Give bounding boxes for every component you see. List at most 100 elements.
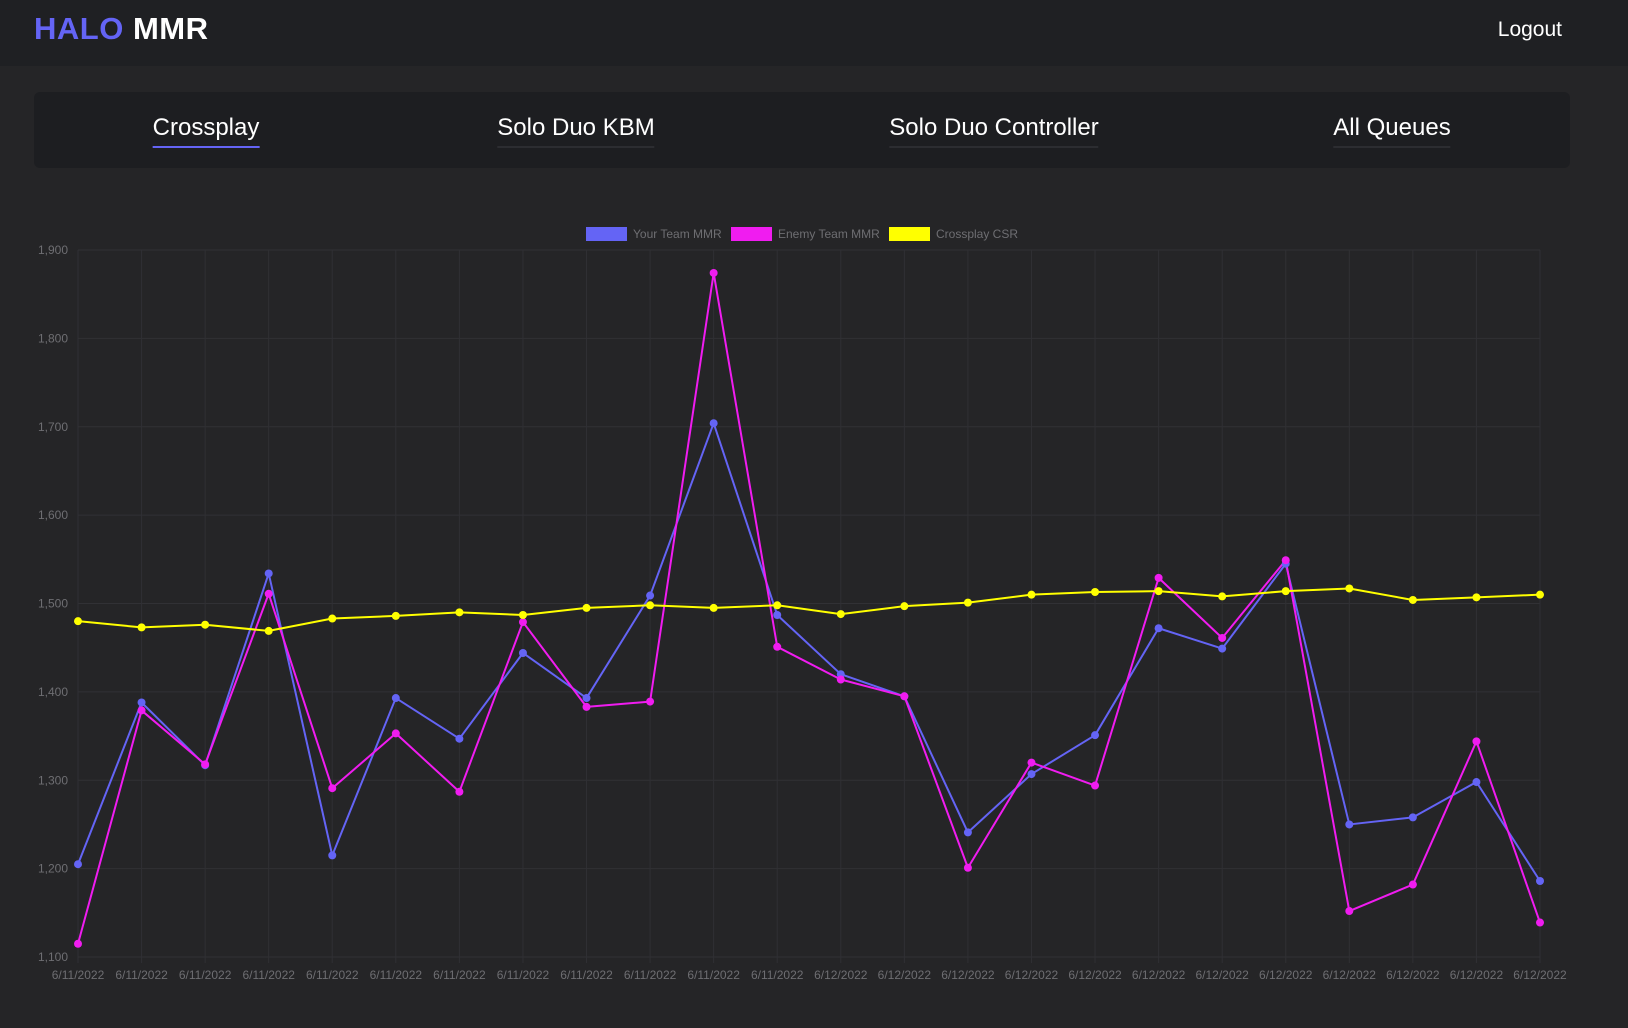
legend-swatch-2 — [889, 227, 930, 241]
series-0-point — [1472, 778, 1481, 787]
series-0-point — [709, 419, 718, 428]
series-2-point — [836, 610, 845, 619]
series-1-point — [1281, 556, 1290, 565]
legend-label-2: Crossplay CSR — [936, 227, 1018, 241]
series-2-point — [1472, 593, 1481, 602]
series-2-point — [900, 602, 909, 611]
tab-crossplay[interactable]: Crossplay — [152, 114, 260, 148]
series-2-point — [1345, 584, 1354, 593]
series-0-point — [518, 648, 527, 657]
series-1-point — [74, 939, 82, 948]
series-0-point — [1408, 813, 1417, 822]
logout-button[interactable]: Logout — [1498, 18, 1562, 42]
series-2-point — [1536, 590, 1544, 599]
x-tick-label: 6/12/2022 — [1132, 968, 1186, 982]
series-0-point — [1091, 731, 1100, 740]
series-0-point — [455, 734, 464, 743]
series-1-point — [391, 729, 400, 738]
x-tick-label: 6/12/2022 — [1068, 968, 1122, 982]
series-2-point — [391, 611, 400, 620]
x-tick-label: 6/12/2022 — [1259, 968, 1313, 982]
y-tick-label: 1,200 — [38, 862, 68, 876]
x-tick-label: 6/12/2022 — [1195, 968, 1249, 982]
series-1-point — [1218, 633, 1227, 642]
series-2-point — [582, 603, 591, 612]
series-1-point — [709, 268, 718, 277]
y-tick-label: 1,500 — [38, 597, 68, 611]
y-tick-label: 1,700 — [38, 420, 68, 434]
x-tick-label: 6/11/2022 — [560, 968, 613, 982]
series-2-point — [74, 617, 82, 626]
series-0-point — [963, 828, 972, 837]
series-1-point — [1408, 880, 1417, 889]
series-0-point — [1027, 770, 1036, 779]
series-2-point — [137, 623, 146, 632]
series-line-0 — [77, 422, 1541, 882]
series-1-point — [201, 760, 210, 769]
brand-logo[interactable]: HALO MMR — [34, 11, 209, 47]
x-tick-label: 6/11/2022 — [115, 968, 168, 982]
y-tick-label: 1,400 — [38, 685, 68, 699]
series-0-point — [1154, 624, 1163, 633]
series-1-point — [328, 784, 337, 793]
series-1-point — [264, 589, 273, 598]
series-1-point — [518, 618, 527, 627]
series-0-point — [773, 610, 782, 619]
series-2-point — [1154, 587, 1163, 596]
tab-solo-duo-kbm[interactable]: Solo Duo KBM — [497, 114, 655, 148]
brand-mmr: MMR — [132, 11, 209, 46]
series-1-point — [646, 697, 655, 706]
series-2-point — [264, 626, 273, 635]
series-1-point — [836, 675, 845, 684]
series-0-point — [1218, 644, 1227, 653]
series-0-point — [646, 591, 655, 600]
series-0-point — [1345, 820, 1354, 829]
x-tick-label: 6/11/2022 — [624, 968, 677, 982]
top-navbar: HALO MMR Logout — [0, 0, 1628, 66]
y-tick-label: 1,300 — [38, 773, 68, 787]
series-1-point — [1091, 781, 1100, 790]
series-line-2 — [77, 587, 1541, 632]
x-tick-label: 6/11/2022 — [242, 968, 295, 982]
series-0-point — [1536, 876, 1544, 885]
x-tick-label: 6/12/2022 — [814, 968, 868, 982]
series-2-point — [201, 620, 210, 629]
x-tick-label: 6/12/2022 — [941, 968, 995, 982]
series-0-point — [582, 694, 591, 703]
legend-swatch-1 — [731, 227, 772, 241]
series-2-point — [455, 608, 464, 617]
y-tick-label: 1,600 — [38, 508, 68, 522]
series-2-point — [773, 601, 782, 610]
series-2-point — [1408, 595, 1417, 604]
x-tick-label: 6/12/2022 — [1513, 968, 1567, 982]
series-1-point — [137, 706, 146, 715]
x-tick-label: 6/11/2022 — [52, 968, 105, 982]
series-1-point — [1536, 918, 1544, 927]
series-2-point — [1218, 592, 1227, 601]
series-1-point — [582, 702, 591, 711]
x-tick-label: 6/12/2022 — [878, 968, 932, 982]
series-line-1 — [77, 271, 1541, 945]
tab-all-queues[interactable]: All Queues — [1333, 114, 1451, 148]
tab-solo-duo-controller[interactable]: Solo Duo Controller — [889, 114, 1099, 148]
series-0-point — [137, 698, 146, 707]
series-0-point — [74, 860, 82, 869]
x-tick-label: 6/11/2022 — [179, 968, 232, 982]
series-1-point — [963, 863, 972, 872]
x-tick-label: 6/12/2022 — [1450, 968, 1504, 982]
series-2-point — [709, 603, 718, 612]
x-tick-label: 6/11/2022 — [751, 968, 804, 982]
legend-swatch-0 — [586, 227, 627, 241]
x-tick-label: 6/12/2022 — [1005, 968, 1059, 982]
mmr-line-chart: 1,900 1,800 1,700 1,600 1,500 1,400 1,300 1,200… — [38, 227, 1567, 982]
x-tick-label: 6/11/2022 — [306, 968, 359, 982]
series-2-point — [646, 601, 655, 610]
legend-label-0: Your Team MMR — [633, 227, 722, 241]
series-1-point — [1472, 737, 1481, 746]
series-2-point — [328, 614, 337, 623]
series-2-point — [1027, 590, 1036, 599]
legend-label-1: Enemy Team MMR — [778, 227, 880, 241]
series-1-point — [773, 642, 782, 651]
series-2-point — [518, 610, 527, 619]
series-2-point — [963, 598, 972, 607]
